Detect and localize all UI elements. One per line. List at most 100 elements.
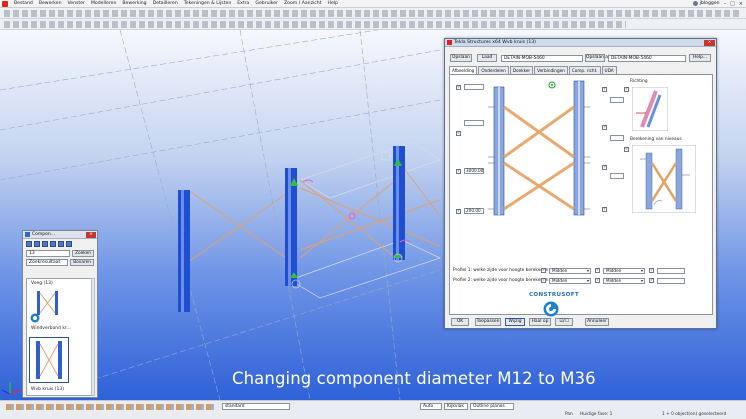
- option-checkbox[interactable]: ✓: [624, 87, 629, 92]
- dialog-preset-row: Opslaan Laad DETAIN-MOB-5460 Opslaan al …: [445, 51, 716, 65]
- value-input[interactable]: [657, 278, 685, 284]
- option-checkbox[interactable]: ✓: [541, 268, 546, 273]
- filter-select[interactable]: standard: [222, 403, 290, 410]
- profile-2-side-select[interactable]: Midden: [549, 278, 591, 284]
- menu-bewerken[interactable]: Bewerken: [36, 1, 65, 6]
- tab-uda[interactable]: UDA: [601, 66, 617, 74]
- option-checkbox[interactable]: ✓: [649, 268, 654, 273]
- profile-2-side-select-2[interactable]: Midden: [603, 278, 645, 284]
- steel-columns[interactable]: [178, 146, 405, 312]
- minimize-icon[interactable]: –: [724, 1, 727, 7]
- preset-select[interactable]: DETAIN-MOB-5460: [501, 55, 583, 62]
- status-icon-strip[interactable]: [6, 404, 216, 410]
- menu-tekeningen[interactable]: Tekeningen & Lijsten: [181, 1, 234, 6]
- profile-1-side-select-2[interactable]: Midden: [603, 268, 645, 274]
- component-list-scrollbar[interactable]: [91, 278, 95, 396]
- value-input[interactable]: [464, 120, 484, 126]
- tekla-app-icon: [447, 40, 452, 45]
- level-calc-diagram[interactable]: [632, 145, 696, 213]
- component-panel-title: Compon...: [32, 232, 56, 237]
- option-checkbox[interactable]: ✓: [456, 131, 461, 136]
- component-search-input[interactable]: 13: [26, 250, 71, 257]
- plane-select[interactable]: Kijkvlak: [444, 403, 468, 410]
- option-checkbox[interactable]: ✓: [595, 278, 600, 283]
- selected-component-thumb[interactable]: [29, 337, 69, 383]
- thumbnail-view-icon[interactable]: [34, 241, 40, 247]
- option-checkbox[interactable]: ✓: [456, 85, 461, 90]
- dialog-titlebar[interactable]: Tekla Structures x64 Wvb kruis (13) ×: [445, 39, 716, 47]
- option-checkbox[interactable]: ✓: [602, 165, 607, 170]
- user-area[interactable]: jbloggen: [692, 1, 724, 6]
- ok-button[interactable]: OK: [451, 318, 469, 326]
- outline-planes-select[interactable]: Outline planes: [470, 403, 514, 410]
- value-input[interactable]: [610, 97, 624, 103]
- list-view-icon[interactable]: [26, 241, 32, 247]
- profile-1-side-select[interactable]: Midden: [549, 268, 591, 274]
- maximize-icon[interactable]: □: [730, 1, 735, 7]
- construsoft-logo-icon: [30, 313, 40, 323]
- menu-venster[interactable]: Venster: [65, 1, 88, 6]
- back-button[interactable]: Bovaren: [70, 259, 94, 266]
- options-icon[interactable]: [66, 241, 72, 247]
- save-as-button[interactable]: Opslaan al: [585, 54, 609, 62]
- menu-help[interactable]: Help: [325, 1, 341, 6]
- option-checkbox[interactable]: ✓: [541, 278, 546, 283]
- search-button[interactable]: Zoeken: [72, 250, 94, 257]
- option-checkbox[interactable]: ✓: [456, 209, 461, 214]
- tab-doekker[interactable]: Doekker: [509, 66, 534, 74]
- close-icon[interactable]: ×: [86, 231, 96, 238]
- result-select[interactable]: Zoekresultaat: [26, 259, 69, 266]
- dimension-input-2[interactable]: 200.00: [464, 208, 484, 214]
- list-item[interactable]: Wvb kruis (13): [31, 387, 64, 392]
- list-item[interactable]: Voeg (13): [31, 281, 53, 286]
- construsoft-logo-icon: [543, 301, 559, 317]
- option-checkbox[interactable]: ✓: [624, 147, 629, 152]
- option-checkbox[interactable]: ✓: [602, 207, 607, 212]
- save-as-input[interactable]: DETAIN-MOB-5460: [608, 55, 686, 62]
- option-checkbox[interactable]: ✓: [602, 87, 607, 92]
- option-checkbox[interactable]: ✓: [595, 268, 600, 273]
- value-input[interactable]: [610, 173, 624, 179]
- close-icon[interactable]: ×: [739, 1, 743, 7]
- tab-onderdelen[interactable]: Onderdelen: [478, 66, 509, 74]
- direction-diagram[interactable]: [632, 87, 668, 131]
- option-checkbox[interactable]: ✓: [649, 278, 654, 283]
- snap-mode-select[interactable]: Auto: [420, 403, 442, 410]
- component-icon: [25, 232, 30, 237]
- component-list[interactable]: Voeg (13) Windverband kr... Wvb kruis (1…: [26, 278, 92, 396]
- menu-bewerking[interactable]: Bewerking: [119, 1, 149, 6]
- modify-button[interactable]: Wijzig: [505, 318, 525, 326]
- option-checkbox[interactable]: ✓: [602, 125, 607, 130]
- menu-detailleren[interactable]: Detailleren: [150, 1, 181, 6]
- load-button[interactable]: Laad: [477, 54, 497, 62]
- component-panel-titlebar[interactable]: Compon... ×: [23, 231, 97, 239]
- apply-button[interactable]: Toepassen: [475, 318, 501, 326]
- menu-bar: Bestand Bewerken Venster Modelleren Bewe…: [0, 0, 746, 8]
- menu-zoom[interactable]: Zoom / Aanzicht: [281, 1, 325, 6]
- menu-modelleren[interactable]: Modelleren: [88, 1, 119, 6]
- cancel-button[interactable]: Annuleer: [585, 318, 609, 326]
- value-input[interactable]: [657, 268, 685, 274]
- option-checkbox[interactable]: ✓: [456, 169, 461, 174]
- toolbar-icon-strip-2[interactable]: [4, 21, 626, 28]
- help-button[interactable]: Help...: [689, 54, 711, 62]
- tab-verbindingen[interactable]: Verbindingen: [534, 66, 568, 74]
- menu-gebruiker[interactable]: Gebruiker: [252, 1, 281, 6]
- details-view-icon[interactable]: [42, 241, 48, 247]
- menu-bestand[interactable]: Bestand: [11, 1, 36, 6]
- close-icon[interactable]: ×: [704, 39, 715, 46]
- list-item[interactable]: Windverband kr...: [31, 326, 71, 331]
- filter-icon[interactable]: [58, 241, 64, 247]
- status-bar: standard Auto Kijkvlak Outline planes Pa…: [0, 400, 746, 419]
- save-button[interactable]: Opslaan: [450, 54, 472, 62]
- tab-comp-richt[interactable]: Comp. richt.: [568, 66, 601, 74]
- value-input[interactable]: [610, 135, 624, 141]
- tree-view-icon[interactable]: [50, 241, 56, 247]
- toggle-checkboxes-button[interactable]: ☑/☐: [555, 318, 573, 326]
- menu-extra[interactable]: Extra: [234, 1, 252, 6]
- dimension-input-1[interactable]: 3000.00: [464, 168, 484, 174]
- toolbar-icon-strip[interactable]: [4, 10, 742, 17]
- tab-afbeelding[interactable]: Afbeelding: [449, 66, 478, 74]
- value-input[interactable]: [464, 84, 484, 90]
- get-button[interactable]: Haal op: [529, 318, 551, 326]
